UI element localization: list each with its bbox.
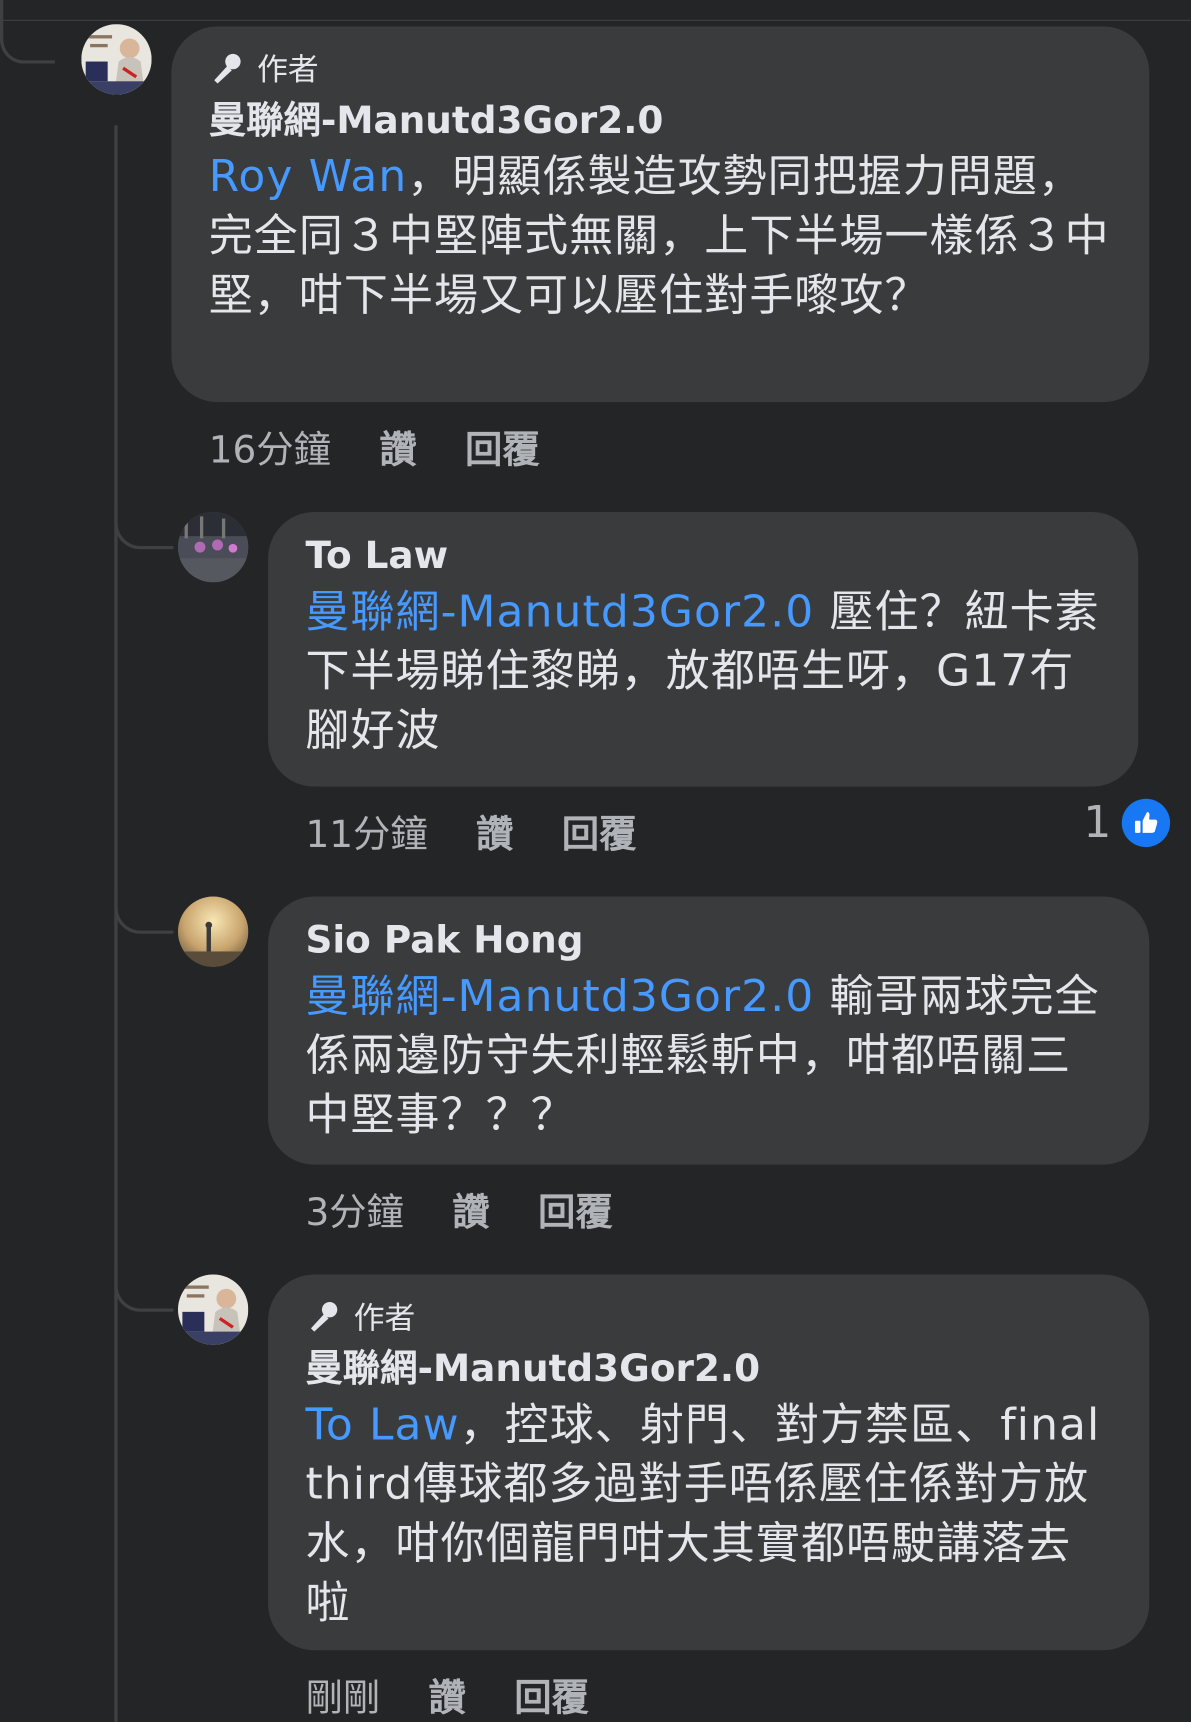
- like-button[interactable]: 讚: [428, 1668, 465, 1722]
- comment-timestamp[interactable]: 3分鐘: [305, 1182, 403, 1236]
- top-divider: [0, 19, 1191, 21]
- comment-actions: 16分鐘 讚 回覆: [209, 420, 588, 474]
- comment-timestamp[interactable]: 16分鐘: [209, 420, 331, 474]
- thumbs-up-icon: [1122, 798, 1171, 848]
- reply-button[interactable]: 回覆: [514, 1668, 589, 1722]
- comment-text: 曼聯網-Manutd3Gor2.0 壓住？紐卡素下半場睇住黎睇，放都唔生呀，G1…: [305, 582, 1100, 760]
- avatar-image: [81, 24, 152, 95]
- mention-link[interactable]: To Law: [305, 1400, 459, 1451]
- comment-actions: 剛剛 讚 回覆: [305, 1668, 637, 1722]
- comment-text: 曼聯網-Manutd3Gor2.0 輸哥兩球完全係兩邊防守失利輕鬆斬中，咁都唔關…: [305, 967, 1111, 1145]
- microphone-icon: [214, 53, 241, 84]
- mention-link[interactable]: 曼聯網-Manutd3Gor2.0: [305, 587, 814, 638]
- avatar[interactable]: [177, 896, 249, 967]
- comment-bubble: To Law 曼聯網-Manutd3Gor2.0 壓住？紐卡素下半場睇住黎睇，放…: [268, 511, 1139, 787]
- comment-text: Roy Wan，明顯係製造攻勢同把握力問題，完全同３中堅陣式無關，上下半場一樣係…: [209, 147, 1112, 325]
- author-badge-label: 作者: [353, 1299, 416, 1337]
- author-badge: 作者: [209, 46, 1112, 90]
- commenter-name[interactable]: To Law: [305, 532, 1100, 580]
- reply-button[interactable]: 回覆: [465, 420, 540, 474]
- author-badge-label: 作者: [257, 51, 319, 88]
- microphone-icon: [310, 1301, 338, 1332]
- thread-connector-branch: [114, 889, 174, 934]
- comment-timestamp[interactable]: 剛剛: [305, 1668, 380, 1722]
- comment-bubble: Sio Pak Hong 曼聯網-Manutd3Gor2.0 輸哥兩球完全係兩邊…: [268, 896, 1150, 1165]
- reaction-count: 1: [1083, 797, 1112, 849]
- avatar[interactable]: [177, 1274, 249, 1345]
- thread-connector-line: [114, 125, 118, 1722]
- comment-thread: 作者 曼聯網-Manutd3Gor2.0 Roy Wan，明顯係製造攻勢同把握力…: [0, 0, 1191, 1722]
- mention-link[interactable]: Roy Wan: [209, 152, 408, 203]
- avatar-image: [177, 896, 249, 967]
- thread-connector-top: [0, 0, 55, 64]
- thread-connector-branch: [114, 1267, 174, 1312]
- avatar[interactable]: [177, 511, 249, 583]
- comment-actions: 3分鐘 讚 回覆: [305, 1182, 661, 1236]
- author-badge: 作者: [305, 1294, 1111, 1338]
- like-button[interactable]: 讚: [452, 1182, 489, 1236]
- commenter-name[interactable]: Sio Pak Hong: [305, 916, 1111, 964]
- comment-text: To Law，控球、射門、對方禁區、final third傳球都多過對手唔係壓住…: [305, 1395, 1111, 1632]
- commenter-name[interactable]: 曼聯網-Manutd3Gor2.0: [209, 97, 1112, 145]
- thread-connector-branch: [114, 505, 174, 550]
- reaction-summary[interactable]: 1: [1083, 797, 1171, 849]
- like-button[interactable]: 讚: [476, 804, 513, 858]
- mention-link[interactable]: 曼聯網-Manutd3Gor2.0: [305, 971, 814, 1022]
- commenter-name[interactable]: 曼聯網-Manutd3Gor2.0: [305, 1345, 1111, 1393]
- comment-timestamp[interactable]: 11分鐘: [305, 804, 427, 858]
- reply-button[interactable]: 回覆: [562, 804, 637, 858]
- like-button[interactable]: 讚: [379, 420, 416, 474]
- comment-bubble: 作者 曼聯網-Manutd3Gor2.0 To Law，控球、射門、對方禁區、f…: [268, 1274, 1150, 1651]
- avatar-image: [177, 511, 249, 583]
- avatar-image: [177, 1274, 249, 1345]
- avatar[interactable]: [81, 24, 152, 95]
- reply-button[interactable]: 回覆: [538, 1182, 613, 1236]
- comment-bubble: 作者 曼聯網-Manutd3Gor2.0 Roy Wan，明顯係製造攻勢同把握力…: [171, 26, 1150, 403]
- comment-actions: 11分鐘 讚 回覆: [305, 804, 684, 858]
